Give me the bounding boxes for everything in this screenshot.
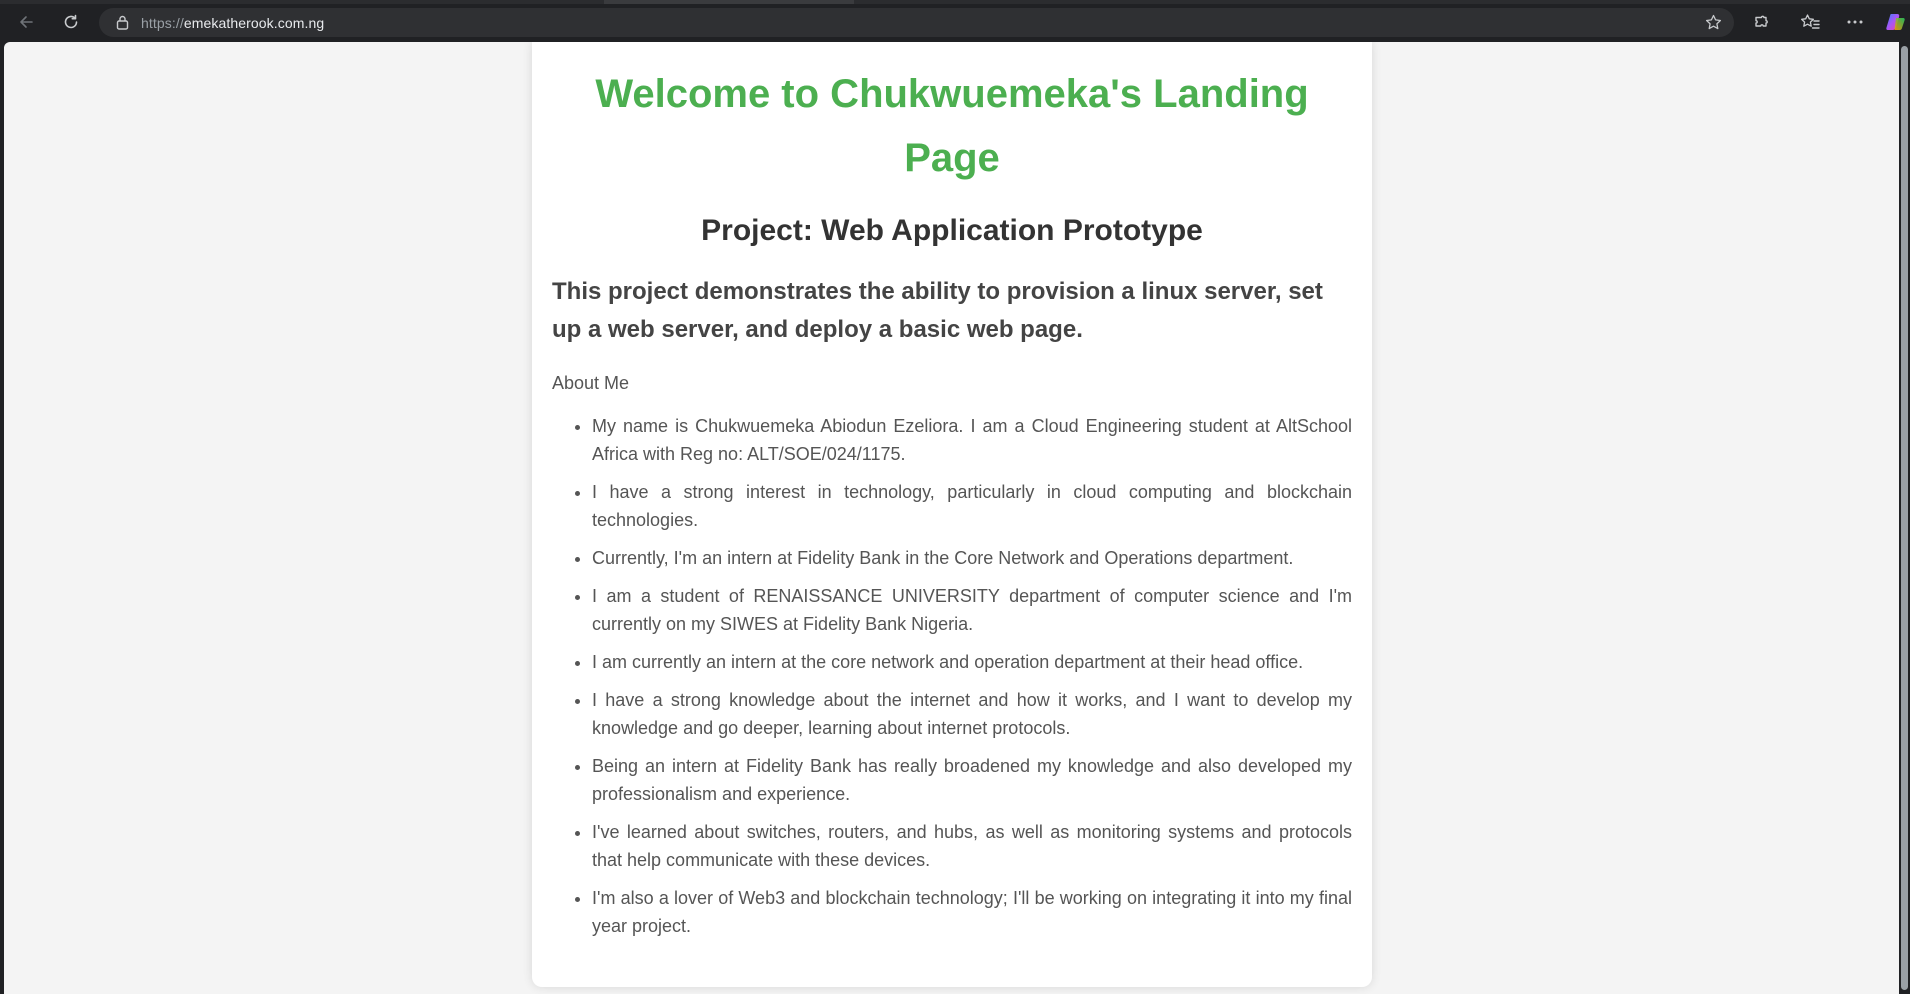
- project-heading: Project: Web Application Prototype: [701, 214, 1203, 247]
- project-description: This project demonstrates the ability to…: [552, 278, 1323, 343]
- url-scheme: https://: [141, 14, 184, 31]
- favorites-icon[interactable]: [1797, 9, 1823, 35]
- reload-icon: [62, 13, 80, 31]
- active-tab-edge[interactable]: [604, 0, 854, 4]
- list-item: Currently, I'm an intern at Fidelity Ban…: [592, 544, 1352, 572]
- list-item: My name is Chukwuemeka Abiodun Ezeliora.…: [592, 412, 1352, 468]
- reload-button[interactable]: [58, 9, 84, 35]
- back-arrow-icon: [17, 13, 35, 31]
- about-me-label: About Me: [552, 373, 630, 393]
- url-host: emekatherook.com.ng: [183, 14, 325, 31]
- tab-strip-edge: [0, 0, 1910, 4]
- vertical-scrollbar[interactable]: [1899, 42, 1910, 994]
- list-item: I am currently an intern at the core net…: [592, 648, 1352, 676]
- list-item: I have a strong interest in technology, …: [592, 478, 1352, 534]
- scrollbar-thumb[interactable]: [1901, 46, 1908, 990]
- list-item: Being an intern at Fidelity Bank has rea…: [592, 752, 1352, 808]
- list-item: I'm also a lover of Web3 and blockchain …: [592, 884, 1352, 940]
- about-me-list: My name is Chukwuemeka Abiodun Ezeliora.…: [552, 412, 1352, 940]
- content-card: Welcome to Chukwuemeka's Landing Page Pr…: [532, 42, 1372, 987]
- browser-toolbar: https://emekatherook.com.ng: [0, 0, 1910, 42]
- page-title: Welcome to Chukwuemeka's Landing Page: [595, 72, 1309, 180]
- list-item: I've learned about switches, routers, an…: [592, 818, 1352, 874]
- url-text[interactable]: https://emekatherook.com.ng: [141, 15, 324, 31]
- copilot-icon[interactable]: [1883, 9, 1909, 35]
- list-item: I am a student of RENAISSANCE UNIVERSITY…: [592, 582, 1352, 638]
- page-viewport[interactable]: Welcome to Chukwuemeka's Landing Page Pr…: [4, 42, 1899, 994]
- lock-icon[interactable]: [116, 15, 130, 31]
- list-item: I have a strong knowledge about the inte…: [592, 686, 1352, 742]
- back-button[interactable]: [13, 9, 39, 35]
- more-icon[interactable]: [1842, 9, 1868, 35]
- star-icon[interactable]: [1705, 14, 1722, 36]
- extensions-icon[interactable]: [1748, 9, 1774, 35]
- address-bar[interactable]: https://emekatherook.com.ng: [99, 8, 1734, 37]
